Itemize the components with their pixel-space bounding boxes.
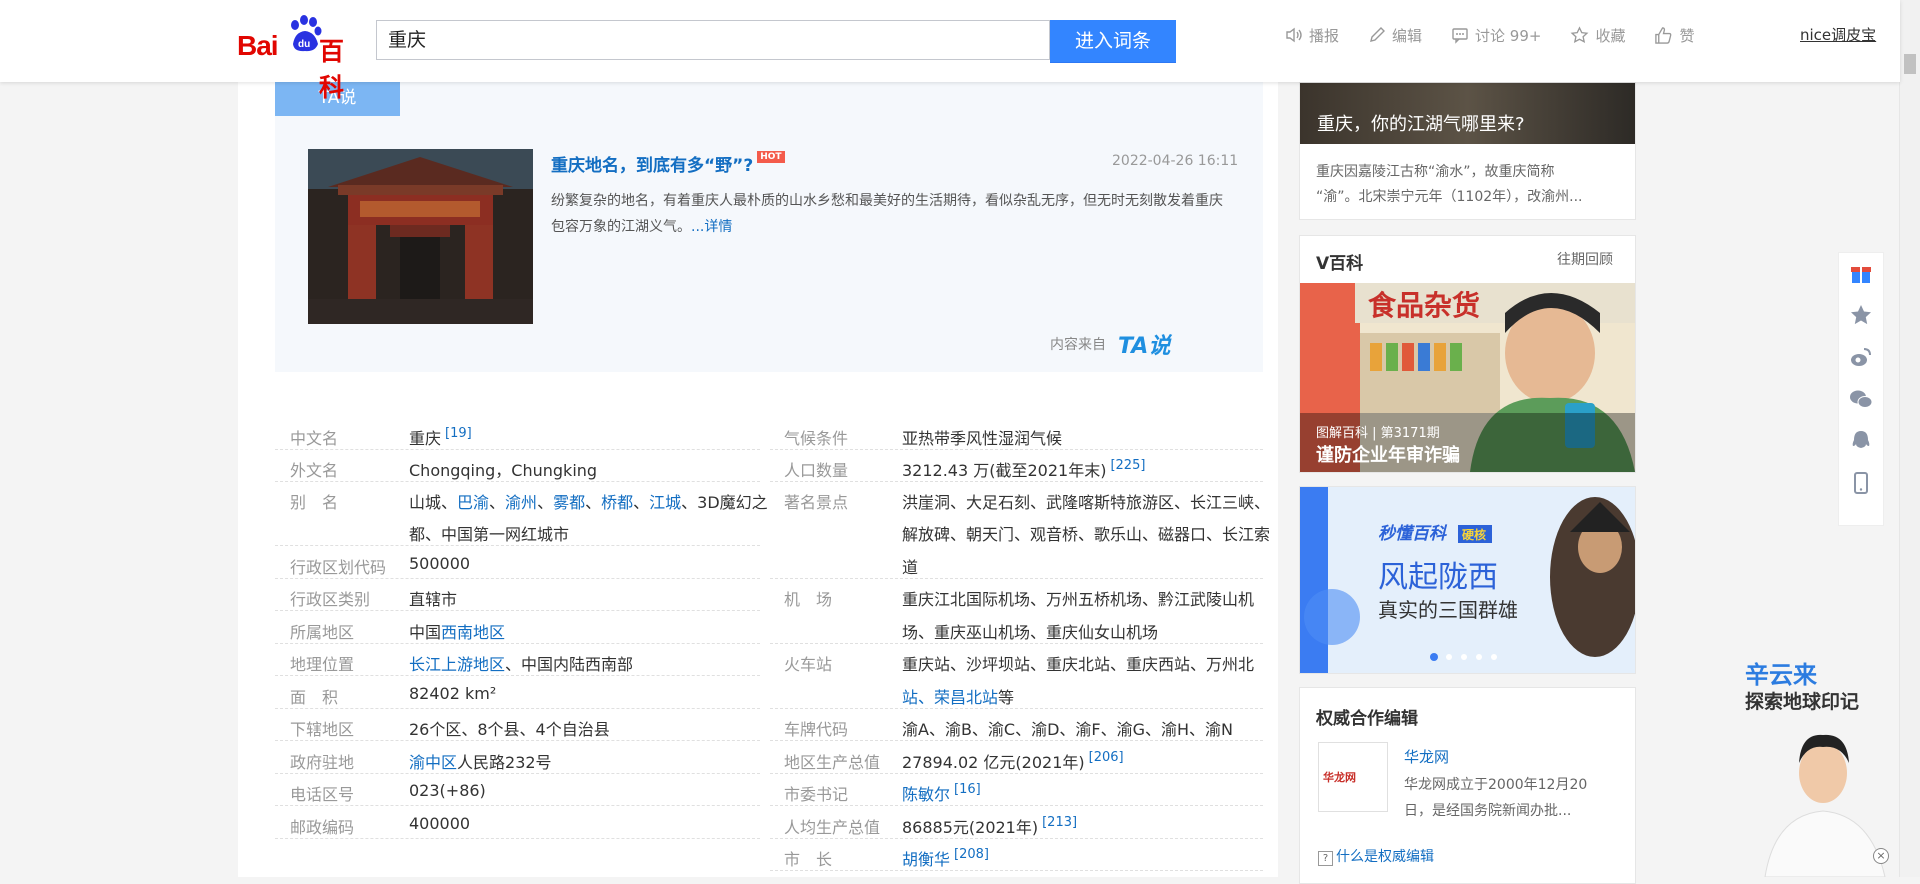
reference-link[interactable]: [206]	[1089, 750, 1124, 765]
reference-link[interactable]: [213]	[1042, 815, 1077, 830]
more-details-link[interactable]: ...详情	[691, 219, 732, 235]
svg-text:硬核: 硬核	[1462, 527, 1486, 542]
comment-icon	[1452, 28, 1468, 44]
vbaike-title: V百科	[1316, 254, 1364, 274]
hot-badge: HOT	[757, 151, 785, 163]
corner-promo-ad[interactable]: 辛云来 探索地球印记 ×	[1745, 655, 1900, 877]
info-row: 下辖地区 26个区、8个县、4个自治县	[275, 708, 760, 741]
info-row: 场、重庆巫山机场、重庆仙女山机场	[770, 611, 1263, 644]
edit-button[interactable]: 编辑	[1368, 24, 1422, 46]
user-name-link[interactable]: nice调皮宝	[1800, 24, 1876, 45]
svg-text:谨防企业年审诈骗: 谨防企业年审诈骗	[1316, 444, 1460, 466]
info-row: 行政区划代码 500000	[275, 546, 760, 579]
info-row: 著名景点 洪崖洞、大足石刻、武隆喀斯特旅游区、长江三峡、	[784, 493, 1271, 512]
info-row: 政府驻地 渝中区人民路232号	[275, 741, 760, 774]
favorite-star-icon[interactable]	[1849, 303, 1873, 327]
ta-say-logo[interactable]: TA说	[1118, 328, 1170, 360]
info-row: 机 场 重庆江北国际机场、万州五桥机场、黔江武陵山机	[784, 590, 1255, 609]
ta-article-title[interactable]: 重庆地名，到底有多“野”? HOT	[551, 151, 785, 176]
info-row: 面 积 82402 km²	[275, 676, 760, 709]
svg-text:食品杂货: 食品杂货	[1368, 289, 1480, 322]
like-button[interactable]: 赞	[1654, 24, 1695, 46]
mobile-phone-icon[interactable]	[1849, 471, 1873, 495]
reference-link[interactable]: [19]	[445, 426, 472, 441]
svg-text:秒懂百科: 秒懂百科	[1378, 524, 1448, 544]
info-row: 站、荣昌北站等	[770, 676, 1263, 709]
floating-share-toolbar	[1838, 252, 1884, 526]
gate-image	[308, 149, 533, 324]
info-row: 邮政编码 400000	[275, 806, 760, 839]
info-row: 火车站 重庆站、沙坪坝站、重庆北站、重庆西站、万州北	[784, 655, 1255, 674]
enter-entry-button[interactable]: 进入词条	[1050, 20, 1176, 63]
close-ad-icon[interactable]: ×	[1873, 848, 1889, 864]
baidu-baike-logo[interactable]: Bai du 百科	[237, 14, 367, 102]
info-row: 别 名 山城、巴渝、渝州、雾都、桥都、江城、3D魔幻之	[290, 493, 768, 512]
promo-banner[interactable]: 秒懂百科 硬核 风起陇西 真实的三国群雄	[1299, 486, 1636, 674]
search-input[interactable]: 重庆	[376, 20, 1050, 60]
info-row: 所属地区 中国西南地区	[275, 611, 760, 644]
vbaike-video-thumbnail[interactable]: 食品杂货 图解百科 | 第3171期 谨防企业年审诈骗	[1300, 283, 1635, 472]
discuss-button[interactable]: 讨论 99+	[1451, 24, 1541, 46]
svg-text:du: du	[298, 39, 310, 50]
scrollbar-thumb[interactable]	[1904, 54, 1916, 74]
hualong-logo[interactable]: 华龙网	[1318, 742, 1388, 812]
authority-editor-title: 权威合作编辑	[1316, 709, 1418, 729]
ta-source-label: 内容来自	[1050, 337, 1106, 353]
info-row: 地理位置 长江上游地区、中国内陆西南部	[275, 643, 760, 676]
info-row: 行政区类别 直辖市	[275, 578, 760, 611]
page-scrollbar[interactable]	[1899, 0, 1920, 877]
featured-article-card[interactable]: 重庆，你的江湖气哪里来? 重庆因嘉陵江古称“渝水”，故重庆简称 “渝”。北宋崇宁…	[1299, 82, 1636, 220]
logo-baike: 百科	[319, 37, 345, 102]
vbaike-illustration: 食品杂货 图解百科 | 第3171期 谨防企业年审诈骗	[1300, 283, 1635, 472]
collect-button[interactable]: 收藏	[1570, 24, 1625, 46]
help-icon: ?	[1318, 851, 1333, 866]
info-row: 电话区号 023(+86)	[275, 773, 760, 806]
qq-icon[interactable]	[1849, 429, 1873, 453]
wechat-icon[interactable]	[1849, 387, 1873, 411]
header-toolbar: 播报 编辑 讨论 99+ 收藏 赞	[1285, 24, 1724, 46]
star-icon	[1571, 25, 1589, 43]
info-row: 气候条件 亚热带季风性湿润气候	[770, 417, 1263, 450]
speaker-icon	[1286, 27, 1302, 43]
what-is-authority-editor-link[interactable]: ? 什么是权威编辑	[1318, 846, 1434, 866]
svg-text:图解百科 | 第3171期: 图解百科 | 第3171期	[1316, 426, 1440, 441]
vbaike-card: V百科 往期回顾 食品杂货 图解百科 | 第3171期 谨防企业年审诈骗	[1299, 235, 1636, 473]
info-row: 人口数量 3212.43 万(截至2021年末) [225]	[770, 449, 1263, 482]
promo-banner-image: 秒懂百科 硬核 风起陇西 真实的三国群雄	[1300, 487, 1635, 673]
top-header: Bai du 百科 重庆 进入词条 播报 编辑 讨论 99+ 收藏 赞 nice…	[0, 0, 1900, 102]
ta-article-date: 2022-04-26 16:11	[1112, 153, 1239, 169]
svg-text:真实的三国群雄: 真实的三国群雄	[1378, 598, 1518, 622]
logo-bai: Bai	[237, 30, 279, 61]
reference-link[interactable]: [208]	[954, 847, 989, 862]
weibo-icon[interactable]	[1849, 345, 1873, 369]
authority-editor-card: 权威合作编辑 华龙网 华龙网 华龙网成立于2000年12月20 日，是经国务院新…	[1299, 687, 1636, 884]
info-row: 市 长 胡衡华 [208]	[770, 838, 1263, 871]
featured-article-caption: 重庆，你的江湖气哪里来?	[1317, 114, 1525, 135]
info-row: 解放碑、朝天门、观音桥、歌乐山、磁器口、长江索	[902, 525, 1271, 544]
thumbs-up-icon	[1655, 26, 1672, 44]
reference-link[interactable]: [225]	[1110, 458, 1145, 473]
info-row: 外文名 Chongqing，Chungking	[275, 449, 760, 482]
info-row: 车牌代码 渝A、渝B、渝C、渝D、渝F、渝G、渝H、渝N	[770, 708, 1263, 741]
info-row: 人均生产总值 86885元(2021年) [213]	[770, 806, 1263, 839]
broadcast-button[interactable]: 播报	[1285, 24, 1339, 46]
info-row: 市委书记 陈敏尔 [16]	[770, 773, 1263, 806]
edit-icon	[1370, 27, 1386, 42]
gift-icon[interactable]	[1849, 261, 1873, 285]
info-row: 都、中国第一网红城市	[275, 513, 760, 546]
info-row: 地区生产总值 27894.02 亿元(2021年) [206]	[770, 741, 1263, 774]
ta-article-description: 纷繁复杂的地名，有着重庆人最朴质的山水乡愁和最美好的生活期待，看似杂乱无序，但无…	[551, 193, 1223, 235]
svg-text:风起陇西: 风起陇西	[1378, 560, 1498, 595]
ta-article-thumbnail[interactable]	[308, 149, 533, 324]
reference-link[interactable]: [16]	[954, 782, 981, 797]
hualong-link[interactable]: 华龙网	[1404, 746, 1449, 767]
info-row: 中文名 重庆 [19]	[275, 417, 760, 450]
info-row: 道	[770, 546, 1263, 579]
past-review-link[interactable]: 往期回顾	[1557, 249, 1613, 269]
